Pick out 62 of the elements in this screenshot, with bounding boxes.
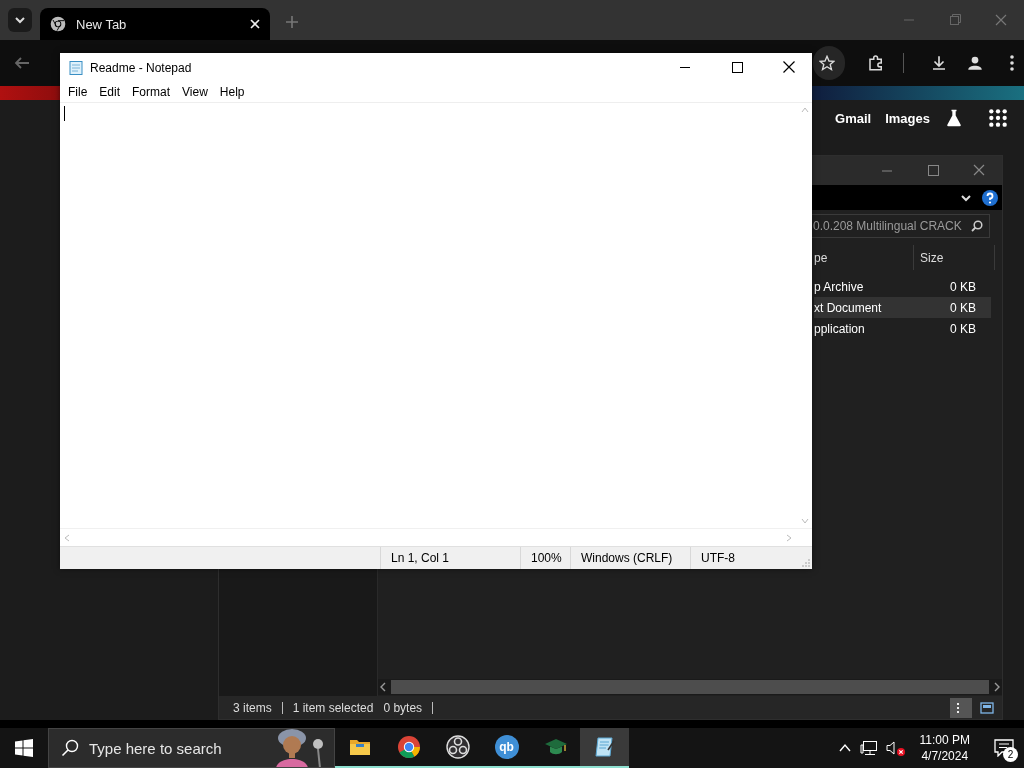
clock-time[interactable]: 11:00 PM [919, 732, 970, 748]
message-icon [994, 739, 1014, 757]
header-link[interactable]: Gmail [835, 110, 872, 126]
torrent-app-icon: qb [494, 735, 519, 759]
chrome-logo-icon [396, 735, 421, 759]
help-icon[interactable] [982, 189, 998, 206]
windows-logo-icon [15, 739, 33, 757]
menu-item[interactable]: Edit [93, 83, 127, 101]
notepad-icon [592, 735, 617, 759]
selection-info: 1 item selected [292, 700, 374, 715]
search-icon [61, 739, 79, 757]
file-row[interactable]: pplication 0 KB [814, 318, 991, 339]
file-row[interactable]: xt Document 0 KB [814, 297, 991, 318]
back-arrow-icon[interactable] [14, 55, 30, 71]
file-row[interactable]: p Archive 0 KB [814, 276, 991, 297]
encoding: UTF-8 [690, 547, 802, 569]
flask-icon[interactable] [944, 108, 964, 128]
scroll-right-icon[interactable] [992, 682, 1002, 692]
item-count: 3 items [233, 700, 272, 715]
menu-item[interactable]: Help [213, 83, 251, 101]
download-icon[interactable] [930, 54, 948, 72]
zoom-level: 100% [520, 547, 570, 569]
notification-button[interactable]: 2 [984, 728, 1024, 768]
text-cursor [64, 106, 65, 121]
menu-item[interactable]: Format [126, 83, 177, 101]
window-title: Readme - Notepad [90, 60, 193, 75]
resize-grip-icon[interactable] [802, 559, 810, 567]
notification-count: 2 [1003, 747, 1018, 762]
record-app-icon [445, 735, 470, 759]
file-type: pplication [814, 321, 865, 336]
line-endings: Windows (CRLF) [570, 547, 690, 569]
close-icon[interactable] [250, 19, 260, 29]
header-link[interactable]: Images [885, 110, 930, 126]
scroll-left-icon[interactable] [378, 682, 388, 692]
menu-item[interactable]: File [62, 83, 94, 101]
selection-size: 0 bytes [383, 700, 423, 715]
search-icon[interactable] [971, 220, 983, 232]
chevron-down-icon[interactable] [14, 14, 26, 26]
speaker-muted-icon[interactable] [885, 740, 906, 756]
chrome-logo-icon [50, 16, 66, 32]
file-size: 0 KB [950, 321, 976, 336]
browser-tab[interactable]: New Tab [40, 8, 270, 40]
profile-icon[interactable] [966, 54, 984, 72]
taskbar-app-button[interactable] [580, 728, 629, 768]
clock-date[interactable]: 4/7/2024 [921, 748, 969, 764]
file-type: xt Document [814, 300, 882, 315]
puzzle-icon[interactable] [867, 54, 885, 72]
tab-list-button[interactable] [8, 8, 32, 32]
search-box[interactable]: Type here to search [48, 728, 335, 768]
network-icon[interactable] [859, 740, 878, 756]
file-size: 0 KB [950, 300, 976, 315]
horizontal-scrollbar[interactable] [378, 679, 1002, 695]
cursor-position: Ln 1, Col 1 [380, 547, 520, 569]
file-size: 0 KB [950, 279, 976, 294]
column-header[interactable]: pe [814, 245, 914, 270]
notepad-icon [68, 59, 84, 76]
apps-grid-icon[interactable] [988, 108, 1008, 128]
file-type: p Archive [814, 279, 864, 294]
address-field[interactable] [813, 46, 845, 80]
star-icon[interactable] [819, 55, 835, 71]
column-header[interactable]: Size [914, 245, 995, 270]
menu-item[interactable]: View [176, 83, 214, 101]
